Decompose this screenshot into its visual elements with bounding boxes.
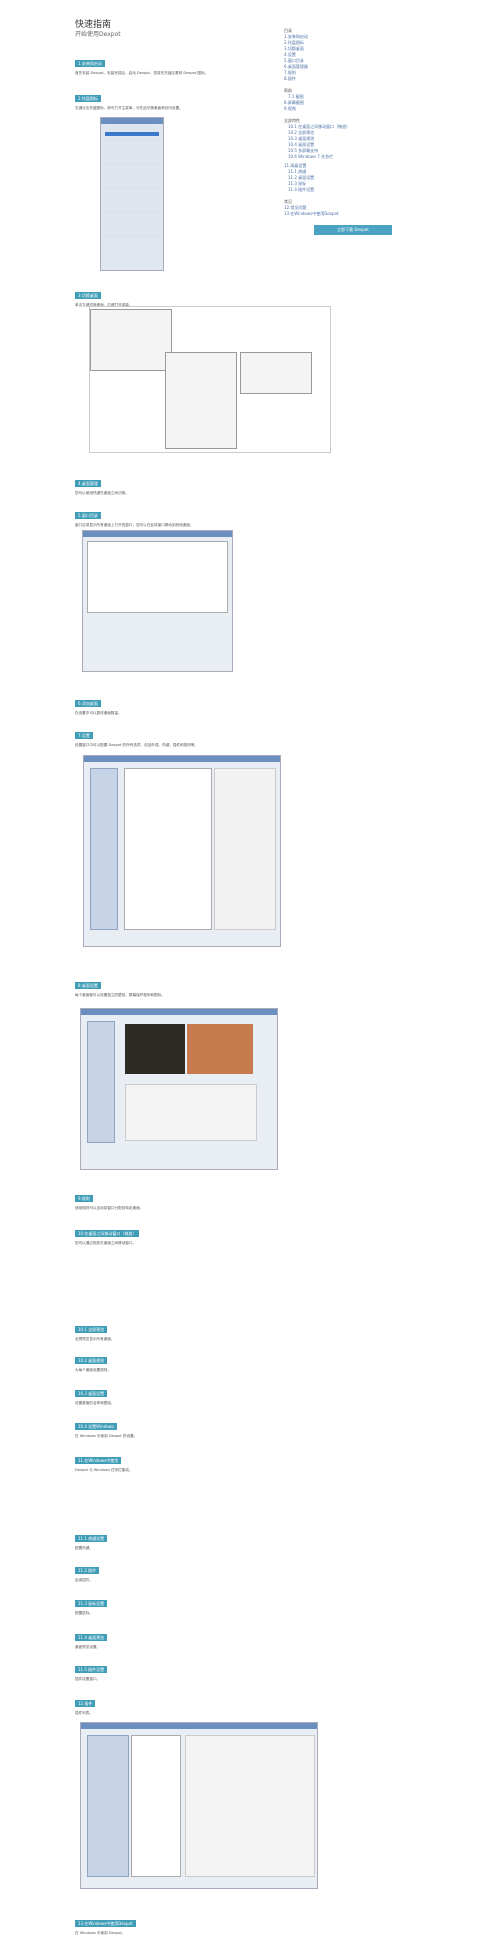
- sidebar-link[interactable]: 13.在Windows中使用Dexpot: [284, 211, 404, 217]
- sidebar-link[interactable]: 11.4 插件设置: [284, 187, 404, 193]
- section-text: 配置鼠标。: [75, 1611, 93, 1615]
- section-heading: 2.托盘图标: [75, 95, 101, 102]
- section-text: 在 Windows 中使用 Dexpot。: [75, 1931, 126, 1935]
- section-heading: 11.在Windows中使用: [75, 1457, 122, 1464]
- section-6: 6.添加桌面 在设置中可以更改桌面数量。: [75, 690, 405, 716]
- section-heading: 11.4 桌面预览: [75, 1634, 108, 1641]
- section-text: 首先安装 Dexpot。安装完成后，启动 Dexpot，您将在托盘区看到 Dex…: [75, 71, 209, 75]
- section-heading: 10.3 桌面设置: [75, 1390, 108, 1397]
- section-text: 在设置中可以更改桌面数量。: [75, 711, 122, 715]
- section-17: 11.2 插件 启用插件。: [75, 1557, 405, 1583]
- section-text: 使用规则可以自动将窗口分配到特定桌面。: [75, 1206, 144, 1210]
- section-text: 设置窗口中可以配置 Dexpot 的所有选项，包括外观、热键、插件和规则等。: [75, 743, 199, 747]
- section-text: 窗口目录显示所有桌面上打开的窗口，您可以在此将窗口移动到其他桌面。: [75, 523, 194, 527]
- section-text: 设置桌面的名称和壁纸。: [75, 1401, 115, 1405]
- section-heading: 10.4 设置Windows: [75, 1423, 118, 1430]
- section-text: 右键点击托盘图标，即可打开主菜单，可在此切换桌面和访问设置。: [75, 106, 183, 110]
- settings-screenshot: [83, 755, 281, 947]
- section-18: 11.3 鼠标设置 配置鼠标。: [75, 1590, 405, 1616]
- section-heading: 9.规则: [75, 1195, 93, 1202]
- section-text: 您可以通过拖放在桌面之间移动窗口。: [75, 1241, 137, 1245]
- section-heading: 3.切换桌面: [75, 292, 101, 299]
- section-1: 1.安装和启动 首先安装 Dexpot。安装完成后，启动 Dexpot，您将在托…: [75, 50, 405, 76]
- sidebar-link[interactable]: 8.插件: [284, 76, 404, 82]
- section-heading: 12.插件: [75, 1700, 96, 1707]
- section-heading: 10.2 桌面规则: [75, 1357, 108, 1364]
- section-text: Dexpot 与 Windows 任务栏集成。: [75, 1468, 133, 1472]
- section-heading: 7.设置: [75, 732, 93, 739]
- tray-menu-screenshot: [100, 117, 164, 271]
- section-8: 8.桌面设置 每个桌面都可以设置独立的壁纸、屏幕保护程序和图标。: [75, 972, 405, 998]
- section-text: 插件列表。: [75, 1711, 93, 1715]
- section-heading: 10.在桌面之间移动窗口（拖放）: [75, 1230, 140, 1237]
- section-10: 10.在桌面之间移动窗口（拖放） 您可以通过拖放在桌面之间移动窗口。: [75, 1220, 405, 1246]
- section-7: 7.设置 设置窗口中可以配置 Dexpot 的所有选项，包括外观、热键、插件和规…: [75, 722, 405, 748]
- plugins-screenshot: [80, 1722, 318, 1889]
- section-heading: 4.桌面管理: [75, 480, 101, 487]
- section-22: 13.在Windows中使用Dexpot 在 Windows 中使用 Dexpo…: [75, 1910, 405, 1936]
- section-heading: 8.桌面设置: [75, 982, 101, 989]
- section-heading: 10.1 全屏预览: [75, 1326, 108, 1333]
- section-text: 每个桌面都可以设置独立的壁纸、屏幕保护程序和图标。: [75, 993, 165, 997]
- sidebar-link[interactable]: 10.6 Windows 7 任务栏: [284, 154, 404, 160]
- section-text: 启用插件。: [75, 1578, 93, 1582]
- download-button[interactable]: 立即下载 Dexpot: [314, 225, 392, 235]
- section-15: 11.在Windows中使用 Dexpot 与 Windows 任务栏集成。: [75, 1447, 405, 1473]
- section-heading: 11.5 插件设置: [75, 1666, 108, 1673]
- section-heading: 11.2 插件: [75, 1567, 100, 1574]
- section-21: 12.插件 插件列表。: [75, 1690, 405, 1716]
- section-text: 配置热键。: [75, 1546, 93, 1550]
- section-20: 11.5 插件设置 插件设置窗口。: [75, 1656, 405, 1682]
- section-heading: 6.添加桌面: [75, 700, 101, 707]
- section-heading: 1.安装和启动: [75, 60, 105, 67]
- section-heading: 11.3 鼠标设置: [75, 1600, 108, 1607]
- section-13: 10.3 桌面设置 设置桌面的名称和壁纸。: [75, 1380, 405, 1406]
- section-19: 11.4 桌面预览 桌面预览设置。: [75, 1624, 405, 1650]
- section-4: 4.桌面管理 您可以使用热键在桌面之间切换。: [75, 470, 405, 496]
- section-heading: 11.1 热键设置: [75, 1535, 108, 1542]
- section-2: 2.托盘图标 右键点击托盘图标，即可打开主菜单，可在此切换桌面和访问设置。: [75, 85, 405, 111]
- section-16: 11.1 热键设置 配置热键。: [75, 1525, 405, 1551]
- section-11: 10.1 全屏预览 全屏预览显示所有桌面。: [75, 1316, 405, 1342]
- section-heading: 13.在Windows中使用Dexpot: [75, 1920, 136, 1927]
- section-3: 3.切换桌面 单击左键切换桌面，右键打开菜单。: [75, 282, 405, 308]
- section-text: 插件设置窗口。: [75, 1677, 101, 1681]
- section-text: 桌面预览设置。: [75, 1645, 101, 1649]
- section-heading: 5.窗口目录: [75, 512, 101, 519]
- section-text: 在 Windows 中使用 Dexpot 的设置。: [75, 1434, 138, 1438]
- section-9: 9.规则 使用规则可以自动将窗口分配到特定桌面。: [75, 1185, 405, 1211]
- section-12: 10.2 桌面规则 为每个桌面设置规则。: [75, 1347, 405, 1373]
- section-text: 全屏预览显示所有桌面。: [75, 1337, 115, 1341]
- page: 快速指南 开始使用Dexpot 目录 1.安装和启动 2.托盘图标 3.切换桌面 4.…: [0, 0, 480, 1937]
- section-text: 您可以使用热键在桌面之间切换。: [75, 491, 129, 495]
- desktop-settings-screenshot: [80, 1008, 278, 1170]
- section-5: 5.窗口目录 窗口目录显示所有桌面上打开的窗口，您可以在此将窗口移动到其他桌面。: [75, 502, 405, 528]
- page-subtitle: 开始使用Dexpot: [75, 31, 121, 38]
- section-text: 为每个桌面设置规则。: [75, 1368, 111, 1372]
- section-14: 10.4 设置Windows 在 Windows 中使用 Dexpot 的设置。: [75, 1413, 405, 1439]
- desktop-menu-screenshot: [89, 306, 331, 453]
- window-catalog-screenshot: [82, 530, 233, 672]
